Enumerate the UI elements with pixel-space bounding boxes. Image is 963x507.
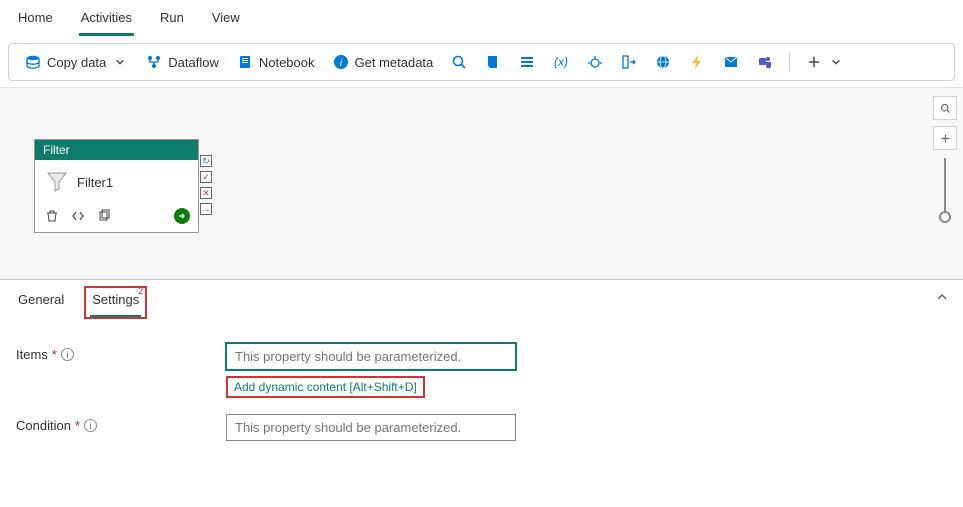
tab-view[interactable]: View [210,6,242,36]
search-button[interactable] [445,50,473,74]
activities-toolbar: Copy data Dataflow Notebook i Get metada… [8,43,955,81]
variable-button[interactable]: (x) [547,50,575,74]
connector-fail-icon[interactable]: ✕ [200,187,212,199]
tab-run[interactable]: Run [158,6,186,36]
canvas-right-tools [933,96,957,218]
filter-activity-node[interactable]: Filter Filter1 [34,139,199,233]
copy-icon[interactable] [97,209,111,223]
notebook-icon [237,54,253,70]
debug-button[interactable] [581,50,609,74]
top-tabs: Home Activities Run View [0,0,963,37]
list-icon [519,54,535,70]
script-button[interactable] [479,50,507,74]
connector-success-icon[interactable]: ✓ [200,171,212,183]
tab-home[interactable]: Home [16,6,55,36]
required-marker: * [52,347,57,362]
zoom-in-button[interactable] [933,126,957,150]
tab-settings-highlight: Settings 2 [84,286,147,319]
run-arrow-icon[interactable] [174,208,190,224]
zoom-thumb-icon[interactable] [939,211,951,223]
mail-icon [723,54,739,70]
lightning-icon [689,54,705,70]
dataflow-icon [146,54,162,70]
search-icon [451,54,467,70]
delete-icon[interactable] [45,209,59,223]
connector-skip-icon[interactable]: → [200,203,212,215]
pipeline-canvas[interactable]: Filter Filter1 ↻ ✓ ✕ → [0,87,963,280]
get-metadata-button[interactable]: i Get metadata [327,50,440,74]
teams-icon [757,54,773,70]
get-metadata-label: Get metadata [355,55,434,70]
web-button[interactable] [649,50,677,74]
funnel-icon [45,170,69,194]
notebook-button[interactable]: Notebook [231,50,321,74]
dataflow-label: Dataflow [168,55,219,70]
info-icon[interactable]: i [84,419,97,432]
collapse-panel-button[interactable] [935,290,949,304]
plus-icon [806,54,822,70]
zoom-slider[interactable] [944,158,946,218]
items-label: Items [16,347,48,362]
add-activity-button[interactable] [800,50,850,74]
canvas-search-button[interactable] [933,96,957,120]
items-input[interactable] [226,343,516,370]
connector-neutral-icon[interactable]: ↻ [200,155,212,167]
chevron-down-icon [112,54,128,70]
properties-panel: General Settings 2 Items * i Add dynamic… [0,280,963,441]
database-icon [25,54,41,70]
deploy-icon [621,54,637,70]
deploy-button[interactable] [615,50,643,74]
notebook-label: Notebook [259,55,315,70]
globe-icon [655,54,671,70]
properties-tabs: General Settings 2 [0,280,963,319]
tab-general[interactable]: General [16,288,66,319]
svg-text:(x): (x) [554,55,568,69]
code-icon[interactable] [71,209,85,223]
tab-activities[interactable]: Activities [79,6,134,36]
dataflow-button[interactable]: Dataflow [140,50,225,74]
tab-settings[interactable]: Settings [90,288,141,317]
script-icon [485,54,501,70]
settings-form: Items * i Add dynamic content [Alt+Shift… [0,319,963,441]
info-icon: i [333,54,349,70]
condition-label: Condition [16,418,71,433]
required-marker: * [75,418,80,433]
add-dynamic-content-link[interactable]: Add dynamic content [Alt+Shift+D] [226,376,425,398]
copy-data-button[interactable]: Copy data [19,50,134,74]
variable-icon: (x) [553,54,569,70]
settings-badge: 2 [138,286,143,296]
node-name: Filter1 [77,175,113,190]
toolbar-separator [789,52,790,72]
function-button[interactable] [683,50,711,74]
node-connectors: ↻ ✓ ✕ → [200,155,212,215]
condition-input[interactable] [226,414,516,441]
list-button[interactable] [513,50,541,74]
copy-data-label: Copy data [47,55,106,70]
info-icon[interactable]: i [61,348,74,361]
teams-button[interactable] [751,50,779,74]
node-header: Filter [35,140,198,160]
chevron-down-icon [828,54,844,70]
bug-icon [587,54,603,70]
mail-button[interactable] [717,50,745,74]
